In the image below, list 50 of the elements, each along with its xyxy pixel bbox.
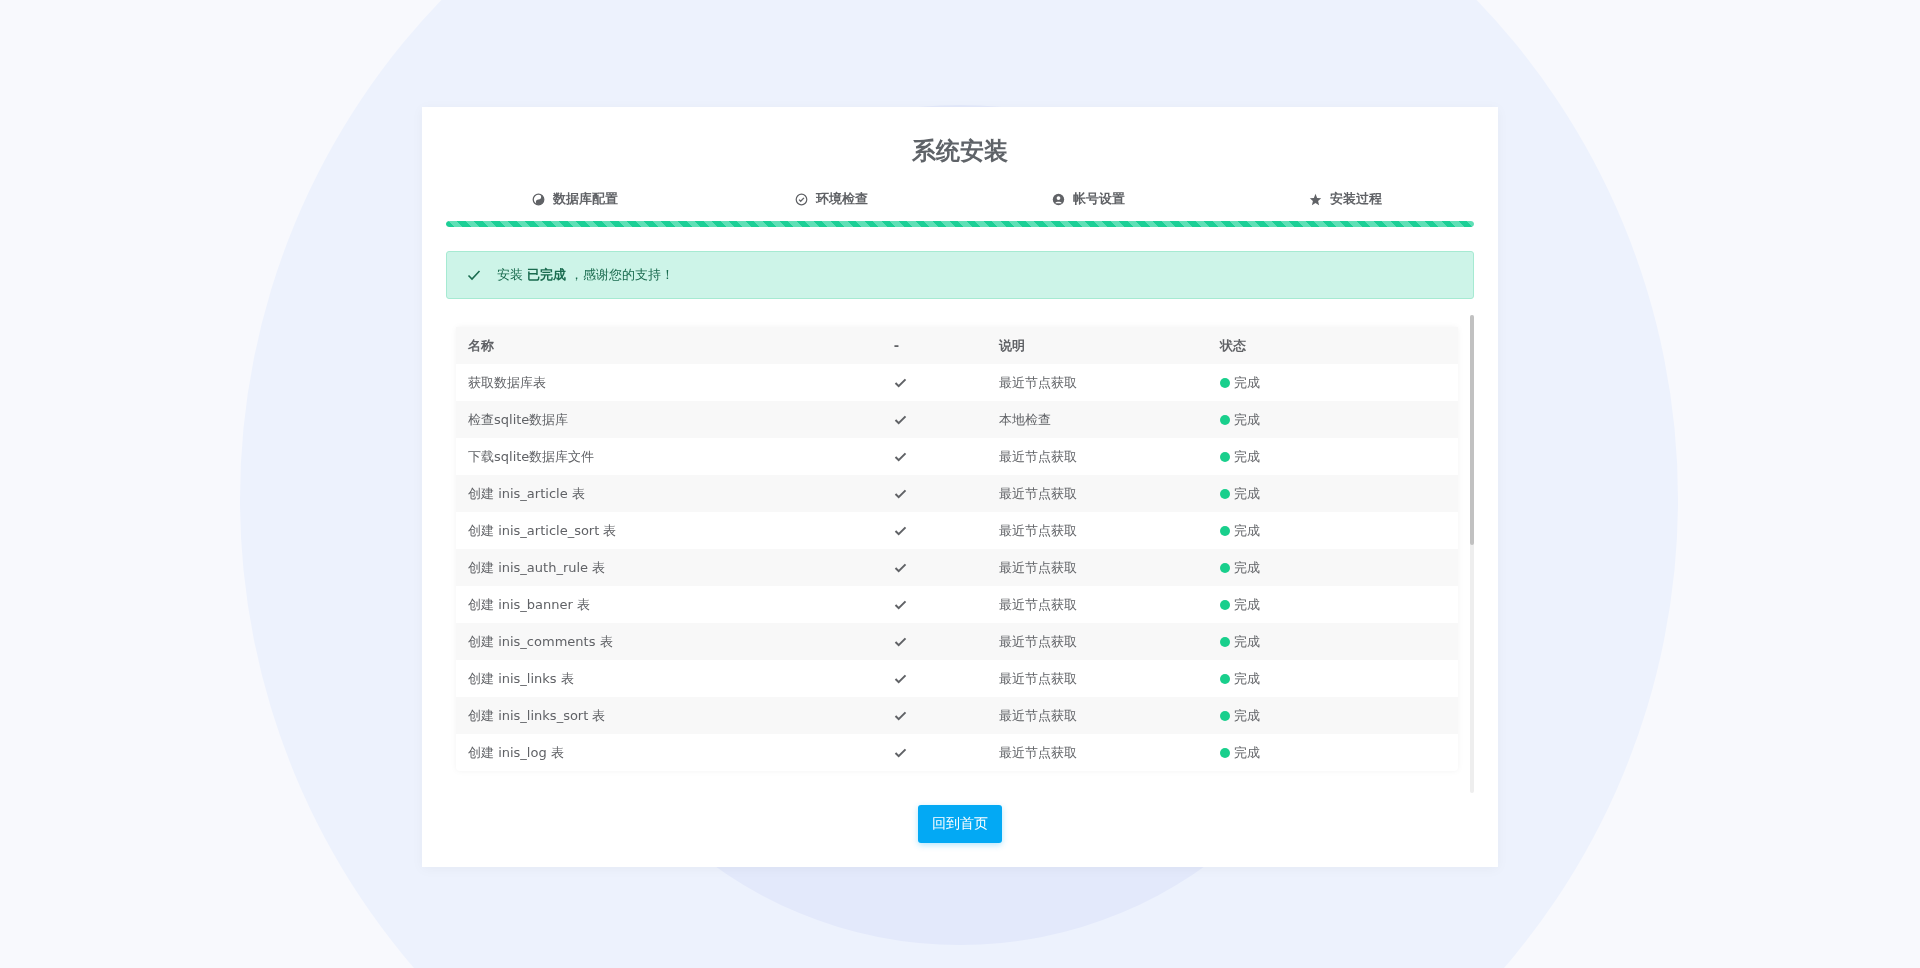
table-cell-text: 创建 inis_article_sort 表 xyxy=(467,521,618,540)
status-text: 完成 xyxy=(1233,595,1260,614)
check-icon xyxy=(467,269,481,281)
step-label: 安装过程 xyxy=(1330,190,1382,208)
step-label: 帐号设置 xyxy=(1073,190,1125,208)
table-cell-text: 最近节点获取 xyxy=(998,632,1079,651)
table-cell-text: 创建 inis_log 表 xyxy=(467,743,565,762)
step-label: 数据库配置 xyxy=(552,190,618,208)
table-cell-text: 创建 inis_auth_rule 表 xyxy=(467,558,607,577)
table-cell-text: 下载sqlite数据库文件 xyxy=(467,447,596,466)
table-cell-text: 最近节点获取 xyxy=(998,706,1079,725)
table-cell-text: 最近节点获取 xyxy=(998,447,1079,466)
status-text: 完成 xyxy=(1233,373,1260,392)
status-text: 完成 xyxy=(1233,521,1260,540)
table-cell-text: 获取数据库表 xyxy=(467,373,547,392)
table-cell-text: 检查sqlite数据库 xyxy=(467,410,570,429)
page-title: 系统安装 xyxy=(911,136,1009,167)
table-cell-text: 最近节点获取 xyxy=(998,595,1079,614)
scrollbar[interactable] xyxy=(1470,315,1474,793)
status-text: 完成 xyxy=(1233,632,1260,651)
status-text: 完成 xyxy=(1233,669,1260,688)
status-text: 完成 xyxy=(1233,447,1260,466)
table-cell-text: 最近节点获取 xyxy=(998,373,1079,392)
table-cell-text: 最近节点获取 xyxy=(998,521,1079,540)
column-header: - xyxy=(892,338,901,353)
table-cell-text: 创建 inis_article 表 xyxy=(467,484,586,503)
column-header: 名称 xyxy=(467,336,495,355)
status-text: 完成 xyxy=(1233,706,1260,725)
table-cell-text: 最近节点获取 xyxy=(998,484,1079,503)
table-cell-text: 最近节点获取 xyxy=(998,743,1079,762)
table-cell-text: 创建 inis_comments 表 xyxy=(467,632,614,651)
status-text: 完成 xyxy=(1233,410,1260,429)
column-header: 说明 xyxy=(997,336,1027,355)
status-text: 完成 xyxy=(1233,558,1260,577)
table-cell-text: 创建 inis_links 表 xyxy=(467,669,575,688)
table-cell-text: 创建 inis_banner 表 xyxy=(467,595,592,614)
status-text: 完成 xyxy=(1233,484,1260,503)
table-cell-text: 本地检查 xyxy=(998,410,1053,429)
user-icon xyxy=(1052,192,1065,206)
status-text: 完成 xyxy=(1233,743,1260,762)
table-cell-text: 最近节点获取 xyxy=(998,669,1079,688)
alert-message: 安装 已完成 ，感谢您的支持！ xyxy=(497,266,675,284)
home-button[interactable]: 回到首页 xyxy=(918,805,1002,843)
column-header: 状态 xyxy=(1218,336,1247,355)
step-label: 环境检查 xyxy=(816,190,868,208)
check-circle-icon xyxy=(795,192,808,206)
table-cell-text: 创建 inis_links_sort 表 xyxy=(467,706,607,725)
table-cell-text: 最近节点获取 xyxy=(998,558,1079,577)
pie-chart-icon xyxy=(531,192,545,206)
star-icon xyxy=(1309,192,1322,206)
